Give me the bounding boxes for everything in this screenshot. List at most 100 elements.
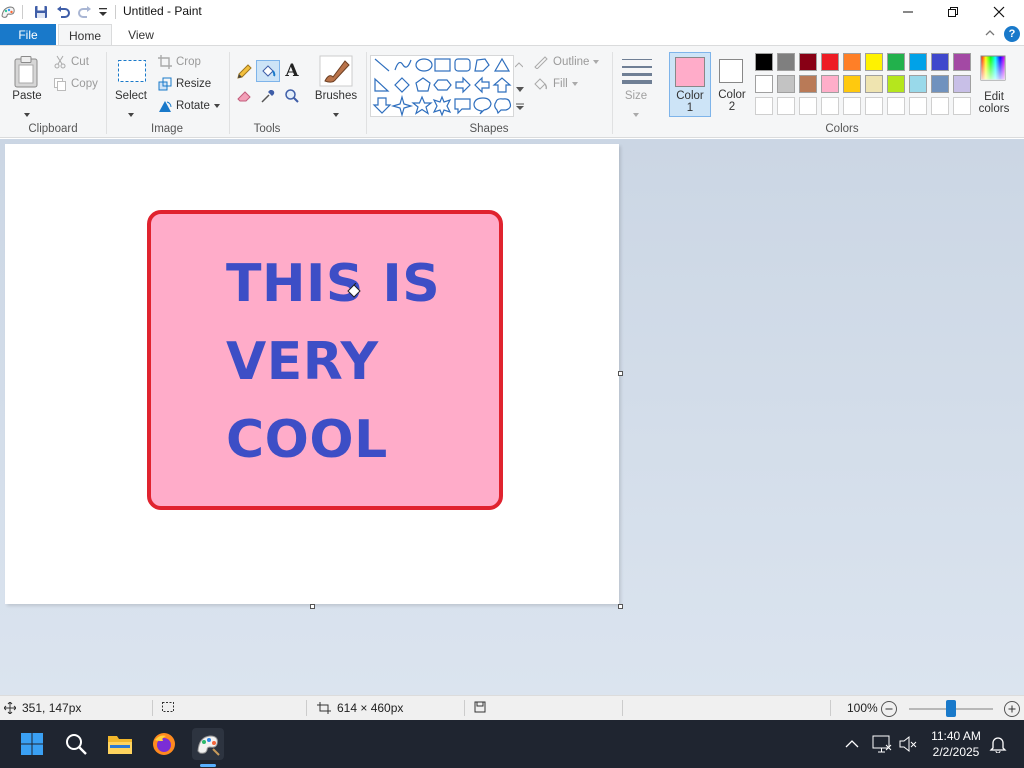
palette-custom-slot[interactable] bbox=[777, 97, 795, 115]
brushes-dropdown-icon[interactable] bbox=[333, 106, 339, 120]
notifications-bell-icon[interactable] bbox=[982, 728, 1014, 760]
status-bar: 351, 147px 614 × 460px 100% bbox=[0, 695, 1024, 720]
save-icon[interactable] bbox=[33, 4, 49, 20]
fill-button[interactable]: Fill bbox=[533, 77, 578, 91]
palette-color-swatch[interactable] bbox=[843, 75, 861, 93]
palette-custom-slot[interactable] bbox=[865, 97, 883, 115]
restore-button[interactable] bbox=[930, 0, 976, 24]
copy-button[interactable]: Copy bbox=[53, 77, 98, 91]
palette-custom-slot[interactable] bbox=[931, 97, 949, 115]
color-picker-icon[interactable] bbox=[258, 86, 278, 106]
palette-custom-slot[interactable] bbox=[843, 97, 861, 115]
fill-dropdown-icon bbox=[571, 82, 578, 86]
zoom-out-button[interactable] bbox=[881, 701, 897, 717]
palette-color-swatch[interactable] bbox=[931, 75, 949, 93]
ribbon: Paste Cut Copy Clipboard Select Crop Res… bbox=[0, 45, 1024, 138]
redo-icon[interactable] bbox=[77, 4, 93, 20]
drawing-canvas[interactable]: THIS IS VERY COOL bbox=[5, 144, 619, 604]
palette-color-swatch[interactable] bbox=[953, 53, 971, 71]
minimize-ribbon-icon[interactable] bbox=[984, 27, 996, 42]
select-dropdown-icon[interactable] bbox=[128, 106, 134, 120]
crop-button[interactable]: Crop bbox=[158, 55, 201, 69]
help-icon[interactable]: ? bbox=[1004, 26, 1020, 42]
palette-color-swatch[interactable] bbox=[887, 75, 905, 93]
zoom-slider-thumb[interactable] bbox=[946, 700, 956, 717]
file-explorer-icon[interactable] bbox=[104, 728, 136, 760]
undo-icon[interactable] bbox=[55, 4, 71, 20]
eraser-icon[interactable] bbox=[234, 86, 254, 106]
status-separator bbox=[830, 700, 831, 716]
palette-color-swatch[interactable] bbox=[799, 75, 817, 93]
close-button[interactable] bbox=[976, 0, 1022, 24]
palette-color-swatch[interactable] bbox=[865, 53, 883, 71]
pencil-icon[interactable] bbox=[234, 62, 254, 82]
palette-color-swatch[interactable] bbox=[755, 75, 773, 93]
palette-custom-slot[interactable] bbox=[953, 97, 971, 115]
tab-home[interactable]: Home bbox=[58, 24, 112, 46]
palette-color-swatch[interactable] bbox=[799, 53, 817, 71]
paint-app-icon[interactable] bbox=[0, 4, 16, 20]
palette-color-swatch[interactable] bbox=[821, 75, 839, 93]
color1-button[interactable]: Color 1 bbox=[669, 52, 711, 117]
paint-taskbar-icon[interactable] bbox=[192, 728, 224, 760]
resize-button[interactable]: Resize bbox=[158, 77, 211, 91]
edit-colors-icon[interactable] bbox=[979, 54, 1007, 82]
firefox-icon[interactable] bbox=[148, 728, 180, 760]
edit-colors-button[interactable]: Edit colors bbox=[972, 91, 1016, 115]
taskbar-clock[interactable]: 11:40 AM 2/2/2025 bbox=[924, 728, 988, 760]
palette-color-swatch[interactable] bbox=[887, 53, 905, 71]
rotate-button[interactable]: Rotate bbox=[158, 99, 220, 113]
palette-color-swatch[interactable] bbox=[931, 53, 949, 71]
palette-custom-slot[interactable] bbox=[821, 97, 839, 115]
cut-button[interactable]: Cut bbox=[53, 55, 89, 69]
outline-button[interactable]: Outline bbox=[533, 55, 600, 69]
customize-quick-access-icon[interactable] bbox=[98, 4, 108, 20]
scissors-icon bbox=[54, 55, 66, 69]
paste-dropdown-icon[interactable] bbox=[24, 106, 30, 120]
palette-color-swatch[interactable] bbox=[909, 75, 927, 93]
palette-custom-slot[interactable] bbox=[799, 97, 817, 115]
palette-custom-slot[interactable] bbox=[755, 97, 773, 115]
select-rectangle-icon[interactable] bbox=[116, 57, 148, 85]
volume-icon[interactable] bbox=[892, 728, 924, 760]
palette-custom-slot[interactable] bbox=[909, 97, 927, 115]
search-icon[interactable] bbox=[60, 728, 92, 760]
palette-color-swatch[interactable] bbox=[755, 53, 773, 71]
palette-color-swatch[interactable] bbox=[953, 75, 971, 93]
paste-icon[interactable] bbox=[10, 54, 44, 90]
shapes-scroll-up-icon[interactable] bbox=[514, 57, 524, 71]
resize-handle-corner[interactable] bbox=[618, 604, 623, 609]
size-icon[interactable] bbox=[620, 55, 654, 85]
size-button[interactable]: Size bbox=[616, 90, 656, 102]
show-hidden-icons-icon[interactable] bbox=[836, 728, 868, 760]
windows-start-icon[interactable] bbox=[16, 728, 48, 760]
shapes-more-icon[interactable] bbox=[516, 100, 524, 114]
palette-color-swatch[interactable] bbox=[777, 75, 795, 93]
size-dropdown-icon[interactable] bbox=[633, 106, 639, 120]
palette-custom-slot[interactable] bbox=[887, 97, 905, 115]
clock-time: 11:40 AM bbox=[931, 729, 981, 743]
select-button[interactable]: Select bbox=[110, 90, 152, 102]
palette-color-swatch[interactable] bbox=[865, 75, 883, 93]
fill-label: Fill bbox=[553, 78, 568, 90]
tab-file[interactable]: File bbox=[0, 24, 56, 46]
tab-view[interactable]: View bbox=[118, 24, 164, 46]
brushes-icon[interactable] bbox=[318, 54, 354, 88]
tools-group-label: Tools bbox=[253, 123, 281, 135]
hexagon-shape-icon bbox=[433, 79, 452, 91]
text-tool-icon[interactable]: A bbox=[282, 60, 302, 82]
zoom-in-button[interactable] bbox=[1004, 701, 1020, 717]
minimize-button[interactable] bbox=[885, 0, 931, 24]
shapes-scroll-down-icon[interactable] bbox=[516, 82, 524, 96]
fill-bucket-icon[interactable] bbox=[256, 60, 280, 82]
palette-color-swatch[interactable] bbox=[843, 53, 861, 71]
paste-button[interactable]: Paste bbox=[6, 90, 48, 102]
resize-handle-right[interactable] bbox=[618, 371, 623, 376]
brushes-button[interactable]: Brushes bbox=[310, 90, 362, 102]
magnifier-icon[interactable] bbox=[282, 86, 302, 106]
palette-color-swatch[interactable] bbox=[821, 53, 839, 71]
color2-button[interactable]: Color 2 bbox=[713, 52, 751, 117]
resize-handle-bottom[interactable] bbox=[310, 604, 315, 609]
palette-color-swatch[interactable] bbox=[909, 53, 927, 71]
palette-color-swatch[interactable] bbox=[777, 53, 795, 71]
